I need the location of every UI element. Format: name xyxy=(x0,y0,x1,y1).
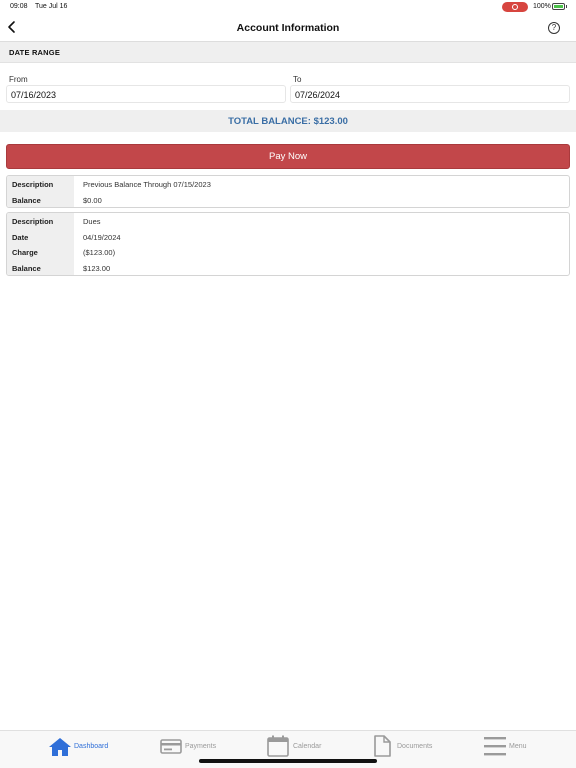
row-key: Balance xyxy=(7,191,74,207)
card-row: Description Previous Balance Through 07/… xyxy=(7,176,569,192)
row-key: Date xyxy=(7,228,74,244)
battery-icon xyxy=(552,3,567,10)
row-value: ($123.00) xyxy=(83,248,116,257)
home-indicator[interactable] xyxy=(199,759,377,763)
tab-label: Documents xyxy=(397,743,433,750)
page-title: Account Information xyxy=(236,22,340,34)
to-label: To xyxy=(293,75,302,84)
row-key: Charge xyxy=(7,244,74,260)
transaction-card: Description Previous Balance Through 07/… xyxy=(6,175,570,208)
from-date-input[interactable]: 07/16/2023 xyxy=(6,85,286,103)
tab-dashboard[interactable]: Dashboard xyxy=(46,731,116,761)
tab-label: Payments xyxy=(185,743,217,750)
help-icon[interactable]: ? xyxy=(548,22,560,34)
tab-payments[interactable]: Payments xyxy=(158,731,228,761)
row-key: Description xyxy=(7,213,74,229)
status-time: 09:08 xyxy=(10,3,28,10)
card-row: Balance $123.00 xyxy=(7,259,569,275)
row-value: Previous Balance Through 07/15/2023 xyxy=(83,180,211,189)
card-row: Date 04/19/2024 xyxy=(7,228,569,244)
tab-calendar[interactable]: Calendar xyxy=(266,731,336,761)
calendar-icon xyxy=(267,735,289,757)
from-label: From xyxy=(9,75,28,84)
status-bar: 09:08 Tue Jul 16 100% xyxy=(0,0,576,14)
tab-label: Menu xyxy=(509,743,527,750)
document-icon xyxy=(374,735,391,757)
date-range-title: DATE RANGE xyxy=(9,48,61,57)
total-balance: TOTAL BALANCE: $123.00 xyxy=(228,116,348,127)
row-value: $0.00 xyxy=(83,195,102,205)
date-range-header: DATE RANGE xyxy=(0,42,576,63)
navigation-bar: Account Information ? xyxy=(0,14,576,42)
screen-recording-icon xyxy=(502,2,528,12)
to-date-input[interactable]: 07/26/2024 xyxy=(290,85,570,103)
card-row: Balance $0.00 xyxy=(7,191,569,207)
row-value: $123.00 xyxy=(83,263,111,273)
credit-card-icon xyxy=(160,739,182,754)
card-row: Charge ($123.00) xyxy=(7,244,569,260)
battery-percent: 100% xyxy=(533,3,551,10)
row-value: 04/19/2024 xyxy=(83,232,121,242)
pay-now-button[interactable]: Pay Now xyxy=(6,144,570,169)
row-key: Description xyxy=(7,176,74,192)
menu-icon xyxy=(484,737,506,756)
tab-documents[interactable]: Documents xyxy=(372,731,442,761)
status-date: Tue Jul 16 xyxy=(35,3,68,10)
card-row: Description Dues xyxy=(7,213,569,229)
transaction-card: Description Dues Date 04/19/2024 Charge … xyxy=(6,212,570,276)
total-balance-bar: TOTAL BALANCE: $123.00 xyxy=(0,110,576,132)
row-value: Dues xyxy=(83,217,101,226)
tab-menu[interactable]: Menu xyxy=(482,731,542,761)
tab-label: Calendar xyxy=(293,743,322,750)
home-icon xyxy=(49,738,71,756)
tab-label: Dashboard xyxy=(74,743,109,750)
row-key: Balance xyxy=(7,259,74,275)
